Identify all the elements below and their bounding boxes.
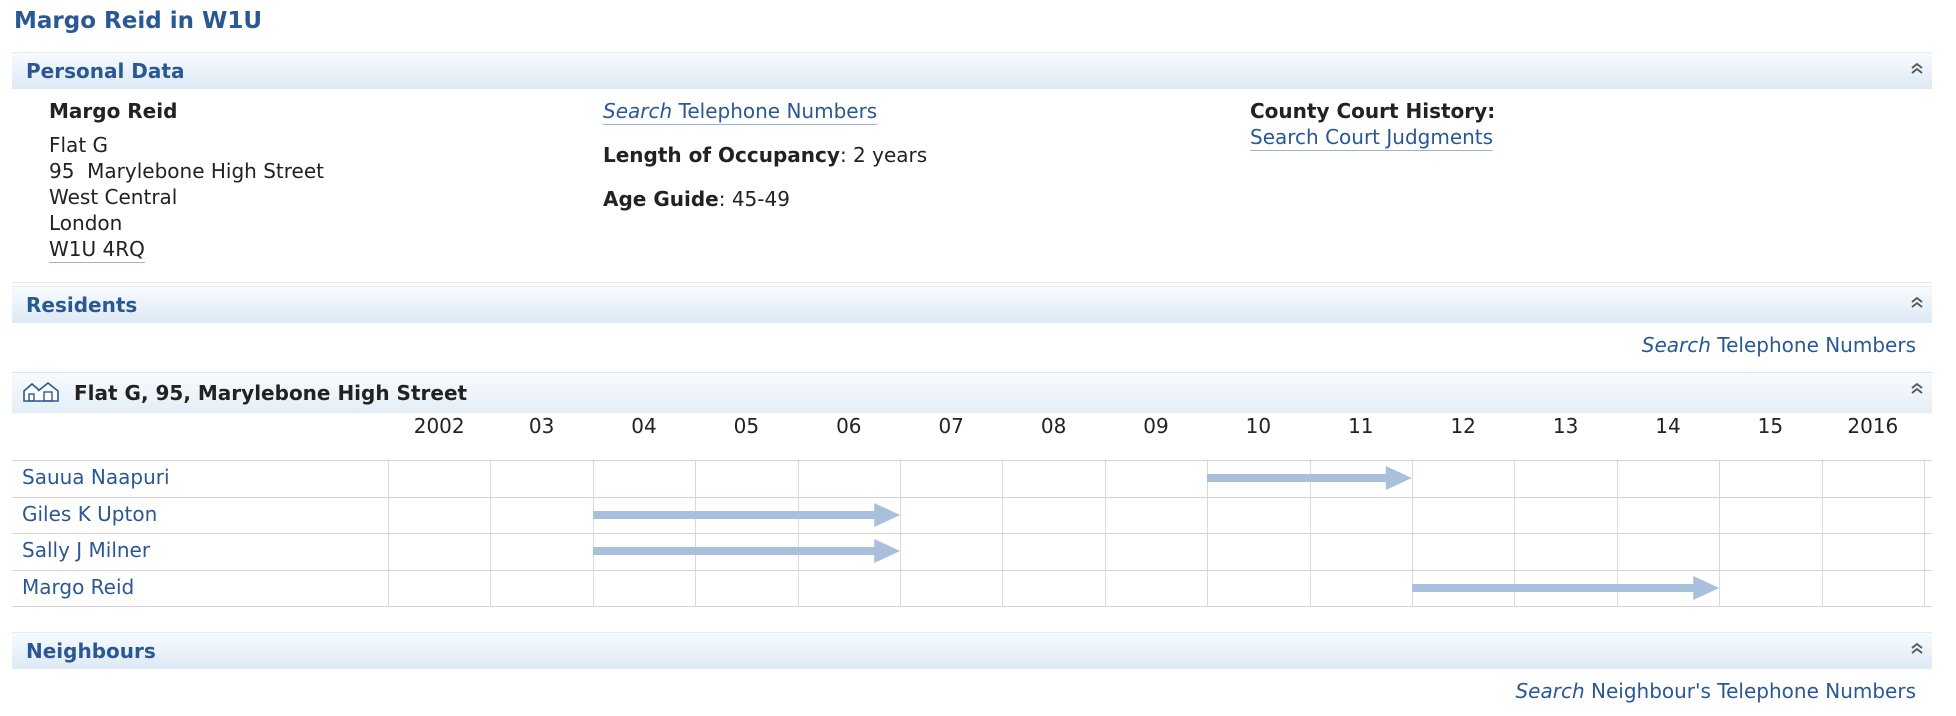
postcode: W1U 4RQ	[49, 237, 145, 263]
person-name: Margo Reid	[49, 99, 178, 123]
collapse-neighbours-icon[interactable]	[1910, 641, 1924, 655]
occupancy-value: : 2 years	[839, 143, 928, 167]
resident-timeline-grid: Sauua Naapuri Giles K Upton Sally J Milner…	[12, 460, 1932, 608]
age-label: Age Guide	[603, 187, 719, 211]
residents-search-telephone-link[interactable]: Search Telephone Numbers	[1642, 333, 1916, 357]
year-label: 05	[733, 414, 760, 438]
court-history-label: County Court History:	[1250, 99, 1496, 123]
collapse-residents-icon[interactable]	[1910, 295, 1924, 309]
collapse-personal-icon[interactable]	[1910, 61, 1924, 75]
personal-data-header[interactable]: Personal Data	[12, 52, 1932, 89]
grid-row-line	[12, 533, 1932, 534]
residency-arrow	[1207, 466, 1412, 490]
year-label: 09	[1143, 414, 1169, 438]
personal-details-block: Search Telephone Numbers Length of Occup…	[603, 98, 927, 212]
occupancy-label: Length of Occupancy	[603, 143, 840, 167]
houses-icon	[22, 380, 60, 409]
residency-arrow	[1412, 575, 1720, 600]
address-line-4: London	[49, 211, 123, 235]
page-title: Margo Reid in W1U	[14, 8, 263, 34]
year-label: 10	[1245, 414, 1272, 438]
court-history-block: County Court History: Search Court Judgm…	[1250, 98, 1496, 151]
address-line-2: 95 Marylebone High Street	[49, 159, 324, 183]
neighbours-search-telephone-link[interactable]: Search Neighbour's Telephone Numbers	[1515, 679, 1916, 703]
year-label: 04	[631, 414, 657, 438]
divider	[12, 282, 1932, 283]
residency-arrow	[592, 502, 900, 527]
residents-header[interactable]: Residents	[12, 286, 1932, 323]
residency-arrow	[592, 539, 900, 563]
year-label: 15	[1757, 414, 1784, 438]
collapse-address-icon[interactable]	[1910, 381, 1924, 395]
year-label: 13	[1552, 414, 1579, 438]
grid-row-line	[12, 569, 1932, 571]
address-line-1: Flat G	[49, 133, 109, 157]
address-line-3: West Central	[49, 185, 178, 209]
year-label: 11	[1348, 414, 1374, 438]
grid-row-line	[12, 496, 1932, 498]
resident-name-link[interactable]: Sally J Milner	[22, 538, 150, 562]
year-label: 07	[938, 414, 964, 438]
address-timeline-header[interactable]: Flat G, 95, Marylebone High Street	[12, 372, 1932, 413]
personal-address-block: Margo Reid Flat G 95 Marylebone High Str…	[49, 98, 324, 263]
year-label: 2016	[1847, 414, 1899, 438]
search-telephone-link[interactable]: Search Telephone Numbers	[603, 99, 878, 125]
resident-name-link[interactable]: Giles K Upton	[22, 502, 157, 526]
address-title: Flat G, 95, Marylebone High Street	[74, 381, 468, 405]
personal-data-title: Personal Data	[26, 59, 185, 83]
neighbours-header[interactable]: Neighbours	[12, 632, 1932, 669]
grid-row-line	[12, 606, 1932, 607]
year-label: 08	[1040, 414, 1067, 438]
residents-title: Residents	[26, 293, 138, 317]
year-label: 2002	[413, 414, 465, 438]
age-value: : 45-49	[718, 187, 790, 211]
year-label: 03	[528, 414, 555, 438]
resident-name-link[interactable]: Sauua Naapuri	[22, 465, 170, 489]
search-court-judgments-link[interactable]: Search Court Judgments	[1250, 125, 1494, 151]
neighbours-title: Neighbours	[26, 639, 156, 663]
year-label: 14	[1655, 414, 1681, 438]
resident-name-link[interactable]: Margo Reid	[22, 575, 134, 599]
grid-row-line	[12, 460, 1932, 461]
year-label: 06	[836, 414, 862, 438]
year-label: 12	[1450, 414, 1476, 438]
